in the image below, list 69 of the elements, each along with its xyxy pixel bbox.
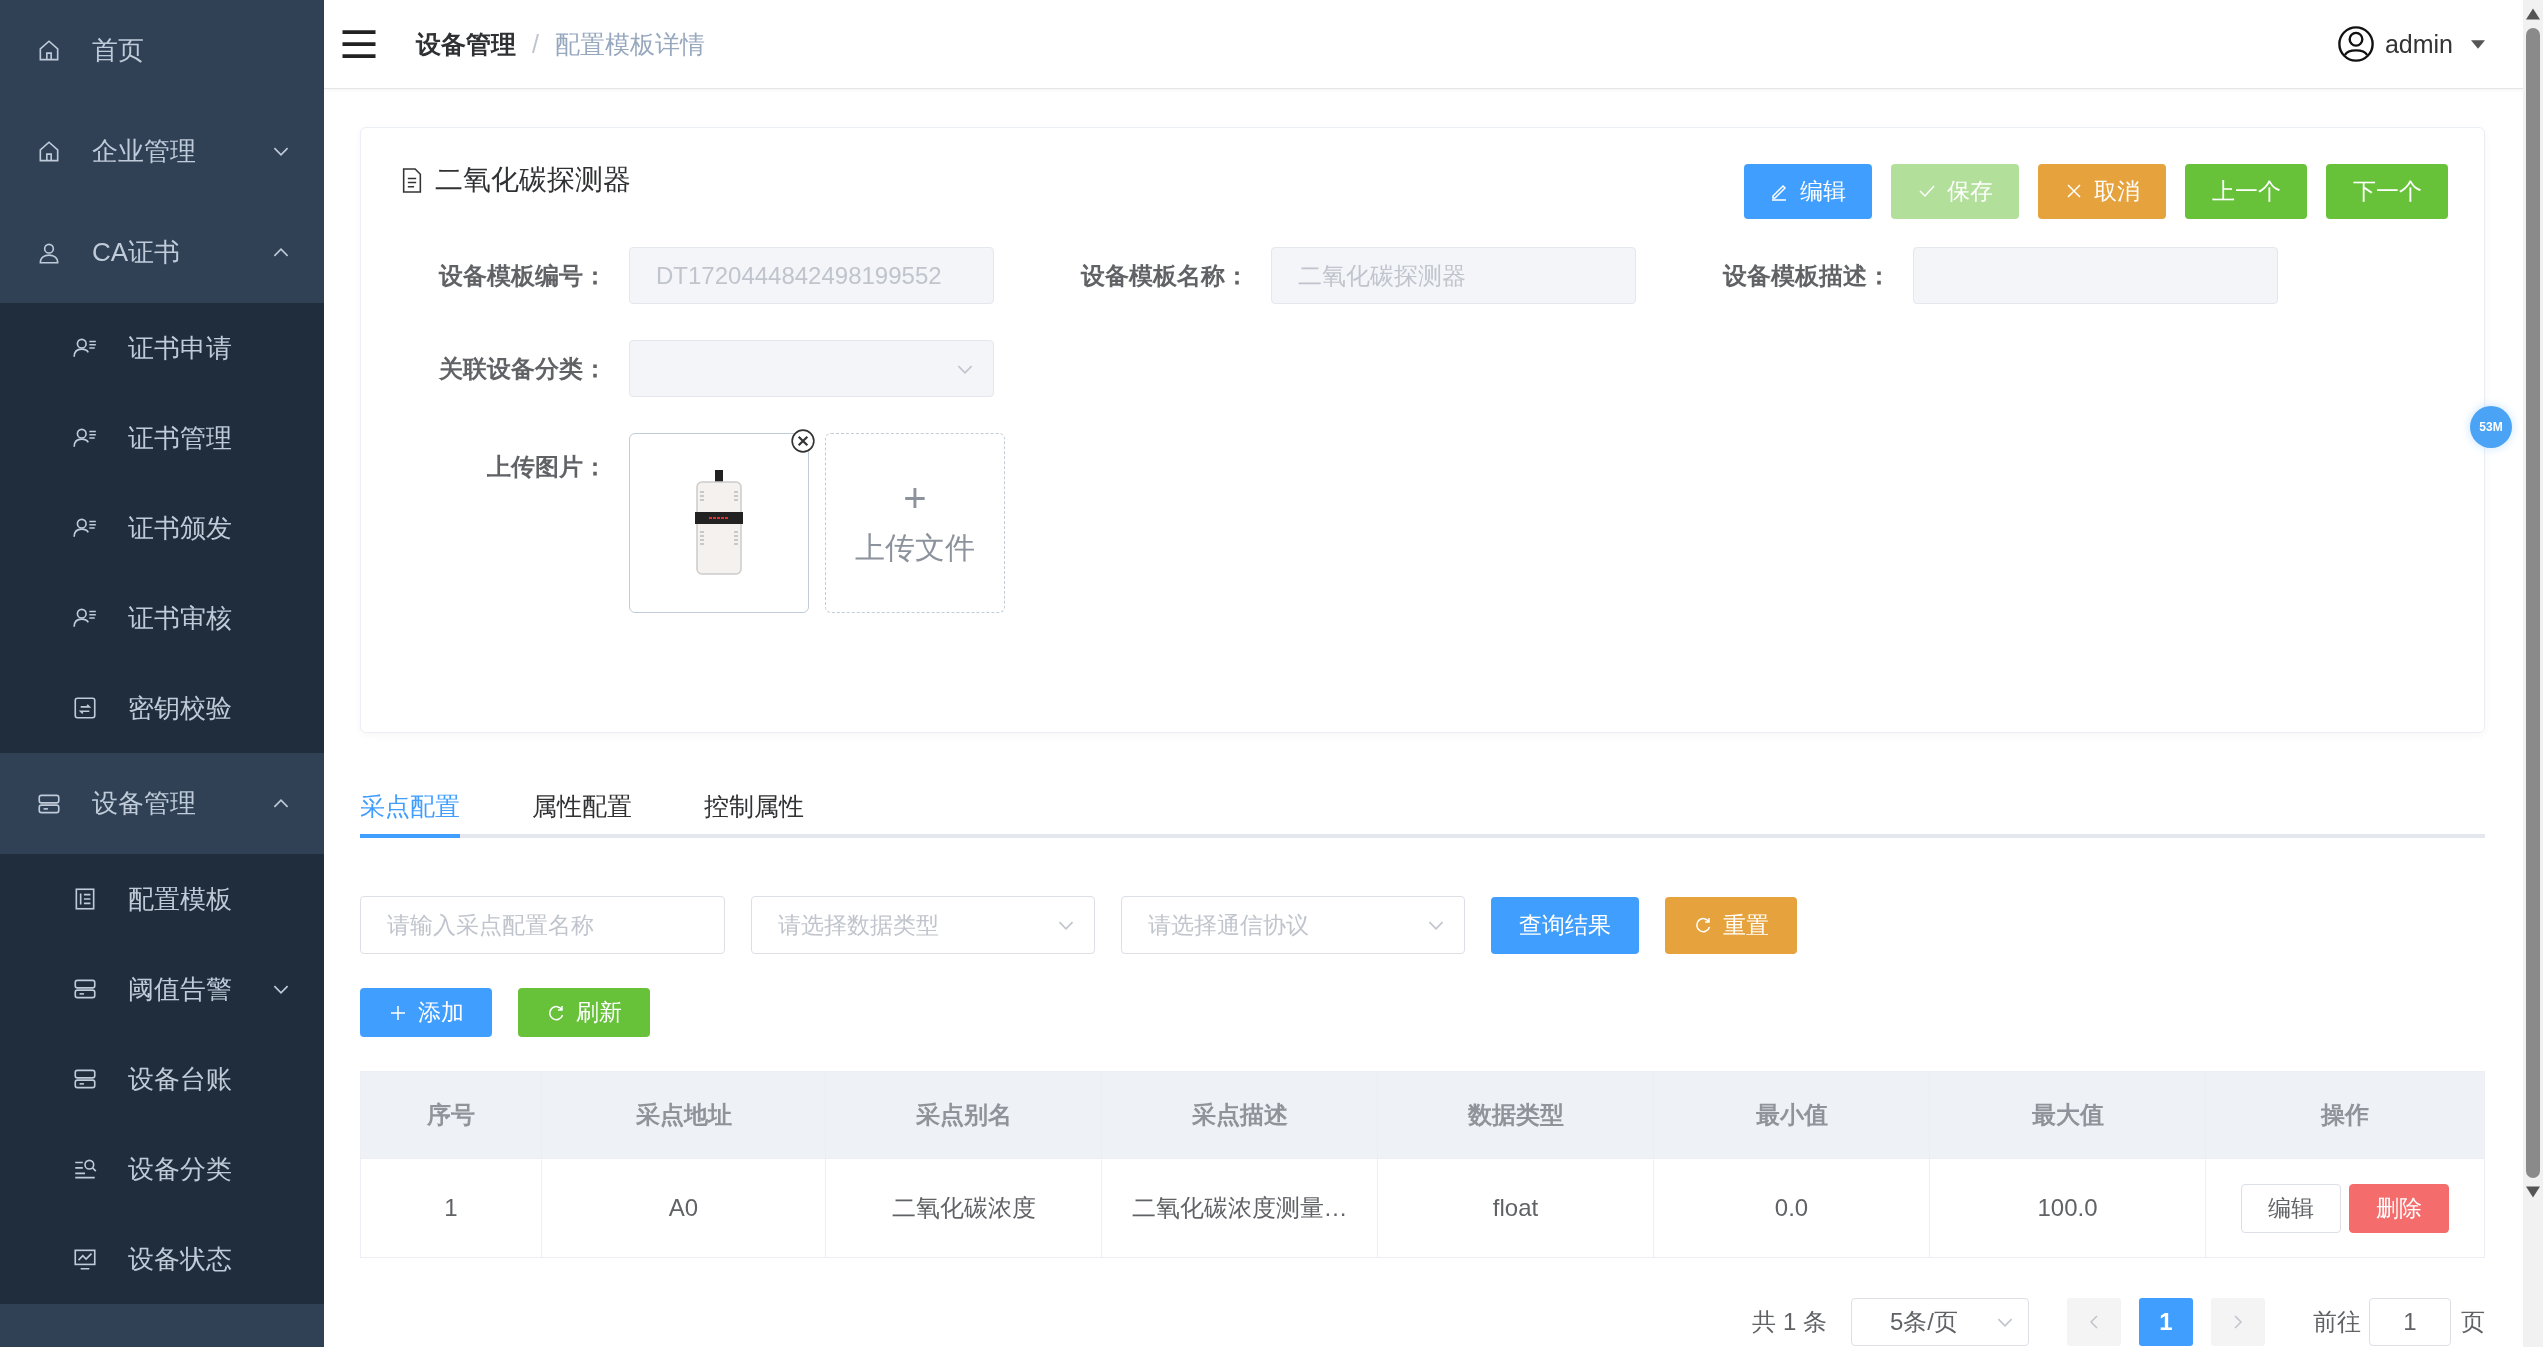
chevron-down-icon — [956, 363, 974, 375]
chevron-down-icon — [1057, 920, 1075, 931]
upload-button[interactable]: + 上传文件 — [825, 433, 1005, 613]
submenu-item[interactable]: 配置模板 — [0, 854, 324, 944]
field-label: 关联设备分类： — [438, 353, 608, 384]
column-header: 操作 — [2319, 1100, 2370, 1130]
submenu-item[interactable]: 证书颁发 — [0, 483, 324, 573]
previous-page-button[interactable] — [2067, 1298, 2121, 1346]
next-page-button[interactable] — [2211, 1298, 2265, 1346]
field-label: 上传图片： — [486, 452, 608, 482]
submenu-item[interactable]: 证书审核 — [0, 573, 324, 663]
search-field[interactable]: 请输入采点配置名称 — [360, 896, 725, 954]
user-avatar-icon — [2336, 25, 2375, 63]
goto-label: 前往 — [2313, 1307, 2361, 1337]
chevron-down-icon — [1427, 920, 1445, 931]
column-header: 采点地址 — [542, 1072, 826, 1158]
refresh-icon — [1693, 915, 1713, 935]
submenu-item[interactable]: 密钥校验 — [0, 663, 324, 753]
remove-icon — [790, 428, 816, 454]
document-icon — [401, 167, 423, 193]
menu-icon — [340, 29, 378, 59]
card-title: 二氧化碳探测器 — [435, 163, 631, 197]
username[interactable]: admin — [2384, 29, 2453, 59]
tab[interactable]: 属性配置 — [532, 778, 632, 838]
field-label: 设备模板编号： — [437, 260, 608, 291]
caret-down-icon — [2471, 39, 2485, 49]
breadcrumb-item[interactable]: 设备管理 — [416, 27, 516, 61]
document-arrows-icon — [72, 695, 98, 721]
chevron-left-icon — [2089, 1314, 2099, 1330]
chevron-down-icon — [1996, 1316, 2014, 1328]
select-field[interactable]: 请选择通信协议 — [1121, 896, 1465, 954]
table-cell: 二氧化碳浓度 — [826, 1159, 1102, 1257]
submenu-item[interactable]: 设备状态 — [0, 1214, 324, 1304]
submenu-item[interactable]: 设备台账 — [0, 1034, 324, 1124]
menu-item[interactable]: 设备管理 — [0, 753, 324, 854]
table-cell: A0 — [542, 1159, 826, 1257]
column-header: 采点别名 — [826, 1072, 1102, 1158]
menu-item[interactable]: 首页 — [0, 0, 324, 101]
column-header: 数据类型 — [1378, 1072, 1654, 1158]
page-number-field[interactable]: 1 — [2369, 1298, 2451, 1346]
submenu-item[interactable]: 阈值告警 — [0, 944, 324, 1034]
table-cell: float — [1378, 1159, 1654, 1257]
edit-button[interactable]: 编辑 — [2241, 1183, 2341, 1233]
table-cell: 0.0 — [1654, 1159, 1930, 1257]
scroll-up-icon[interactable] — [2526, 8, 2540, 20]
breadcrumb-item: 配置模板详情 — [554, 28, 705, 60]
table-cell: 100.0 — [1930, 1159, 2206, 1257]
select-field[interactable]: 请选择数据类型 — [751, 896, 1095, 954]
submenu-item[interactable]: 设备分类 — [0, 1124, 324, 1214]
page-size-select[interactable]: 5条/页 — [1851, 1298, 2029, 1346]
field-label: 设备模板描述： — [1721, 260, 1892, 291]
menu-item[interactable]: 企业管理 — [0, 101, 324, 202]
table-cell: 二氧化碳浓度测量… — [1102, 1159, 1378, 1257]
scrollbar[interactable] — [2523, 0, 2543, 1347]
page-suffix: 页 — [2461, 1307, 2485, 1337]
scroll-down-icon[interactable] — [2526, 1186, 2540, 1198]
column-header: 序号 — [361, 1072, 542, 1158]
menu-item[interactable]: CA证书 — [0, 202, 324, 303]
field-label: 设备模板名称： — [1079, 260, 1250, 291]
tab[interactable]: 控制属性 — [704, 778, 804, 838]
submenu-item[interactable]: 证书申请 — [0, 303, 324, 393]
table-cell: 1 — [361, 1159, 542, 1257]
column-header: 采点描述 — [1102, 1072, 1378, 1158]
column-header: 最大值 — [1930, 1072, 2206, 1158]
total-count: 共 1 条 — [1752, 1307, 1827, 1337]
chevron-right-icon — [2233, 1314, 2243, 1330]
column-header: 最小值 — [1654, 1072, 1930, 1158]
breadcrumb-separator: / — [532, 29, 539, 59]
submenu-item[interactable]: 证书管理 — [0, 393, 324, 483]
